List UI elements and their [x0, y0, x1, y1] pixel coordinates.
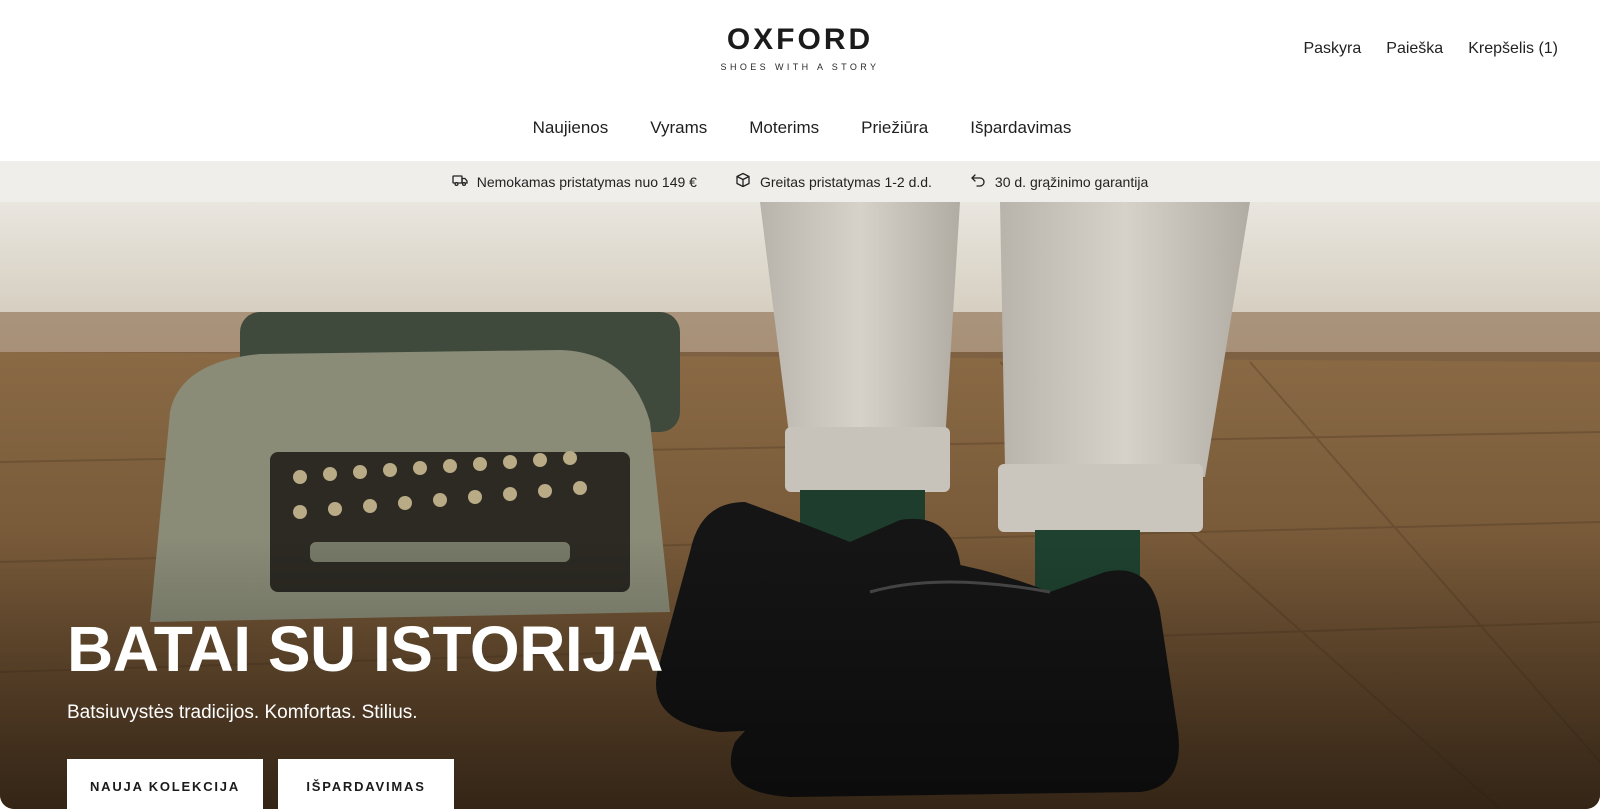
search-link[interactable]: Paieška [1386, 40, 1443, 58]
brand-logo[interactable]: OXFORD SHOES WITH A STORY [700, 22, 900, 72]
account-link[interactable]: Paskyra [1303, 40, 1361, 58]
usp-bar: Nemokamas pristatymas nuo 149 € Greitas … [0, 161, 1600, 202]
hero-title: BATAI SU ISTORIJA [67, 613, 664, 685]
usp-text: 30 d. grąžinimo garantija [994, 173, 1149, 190]
usp-free-delivery: Nemokamas pristatymas nuo 149 € [452, 172, 697, 191]
hero-banner: BATAI SU ISTORIJA Batsiuvystės tradicijo… [0, 202, 1600, 809]
utility-nav: Paskyra Paieška Krepšelis (1) [1303, 40, 1558, 58]
nav-item-prieziura[interactable]: Priežiūra [857, 118, 928, 138]
logo-tagline: SHOES WITH A STORY [720, 62, 880, 72]
cart-link[interactable]: Krepšelis (1) [1468, 40, 1558, 58]
return-arrow-icon [970, 172, 986, 191]
nav-item-moterims[interactable]: Moterims [745, 118, 819, 138]
logo-wordmark: OXFORD [726, 23, 874, 56]
usp-return-guarantee: 30 d. grąžinimo garantija [970, 172, 1148, 191]
main-nav: Naujienos Vyrams Moterims Priežiūra Išpa… [0, 118, 1600, 138]
usp-fast-delivery: Greitas pristatymas 1-2 d.d. [735, 172, 932, 191]
truck-icon [452, 172, 468, 191]
box-icon [735, 172, 751, 191]
nav-item-ispardavimas[interactable]: Išpardavimas [966, 118, 1071, 138]
sale-button[interactable]: IŠPARDAVIMAS [278, 759, 454, 809]
usp-text: Nemokamas pristatymas nuo 149 € [476, 173, 697, 190]
nav-item-naujienos[interactable]: Naujienos [529, 118, 609, 138]
site-header: OXFORD SHOES WITH A STORY Paskyra Paiešk… [0, 0, 1600, 161]
usp-text: Greitas pristatymas 1-2 d.d. [759, 173, 932, 190]
nav-item-vyrams[interactable]: Vyrams [646, 118, 707, 138]
new-collection-button[interactable]: NAUJA KOLEKCIJA [67, 759, 263, 809]
hero-subtitle: Batsiuvystės tradicijos. Komfortas. Stil… [67, 702, 418, 723]
